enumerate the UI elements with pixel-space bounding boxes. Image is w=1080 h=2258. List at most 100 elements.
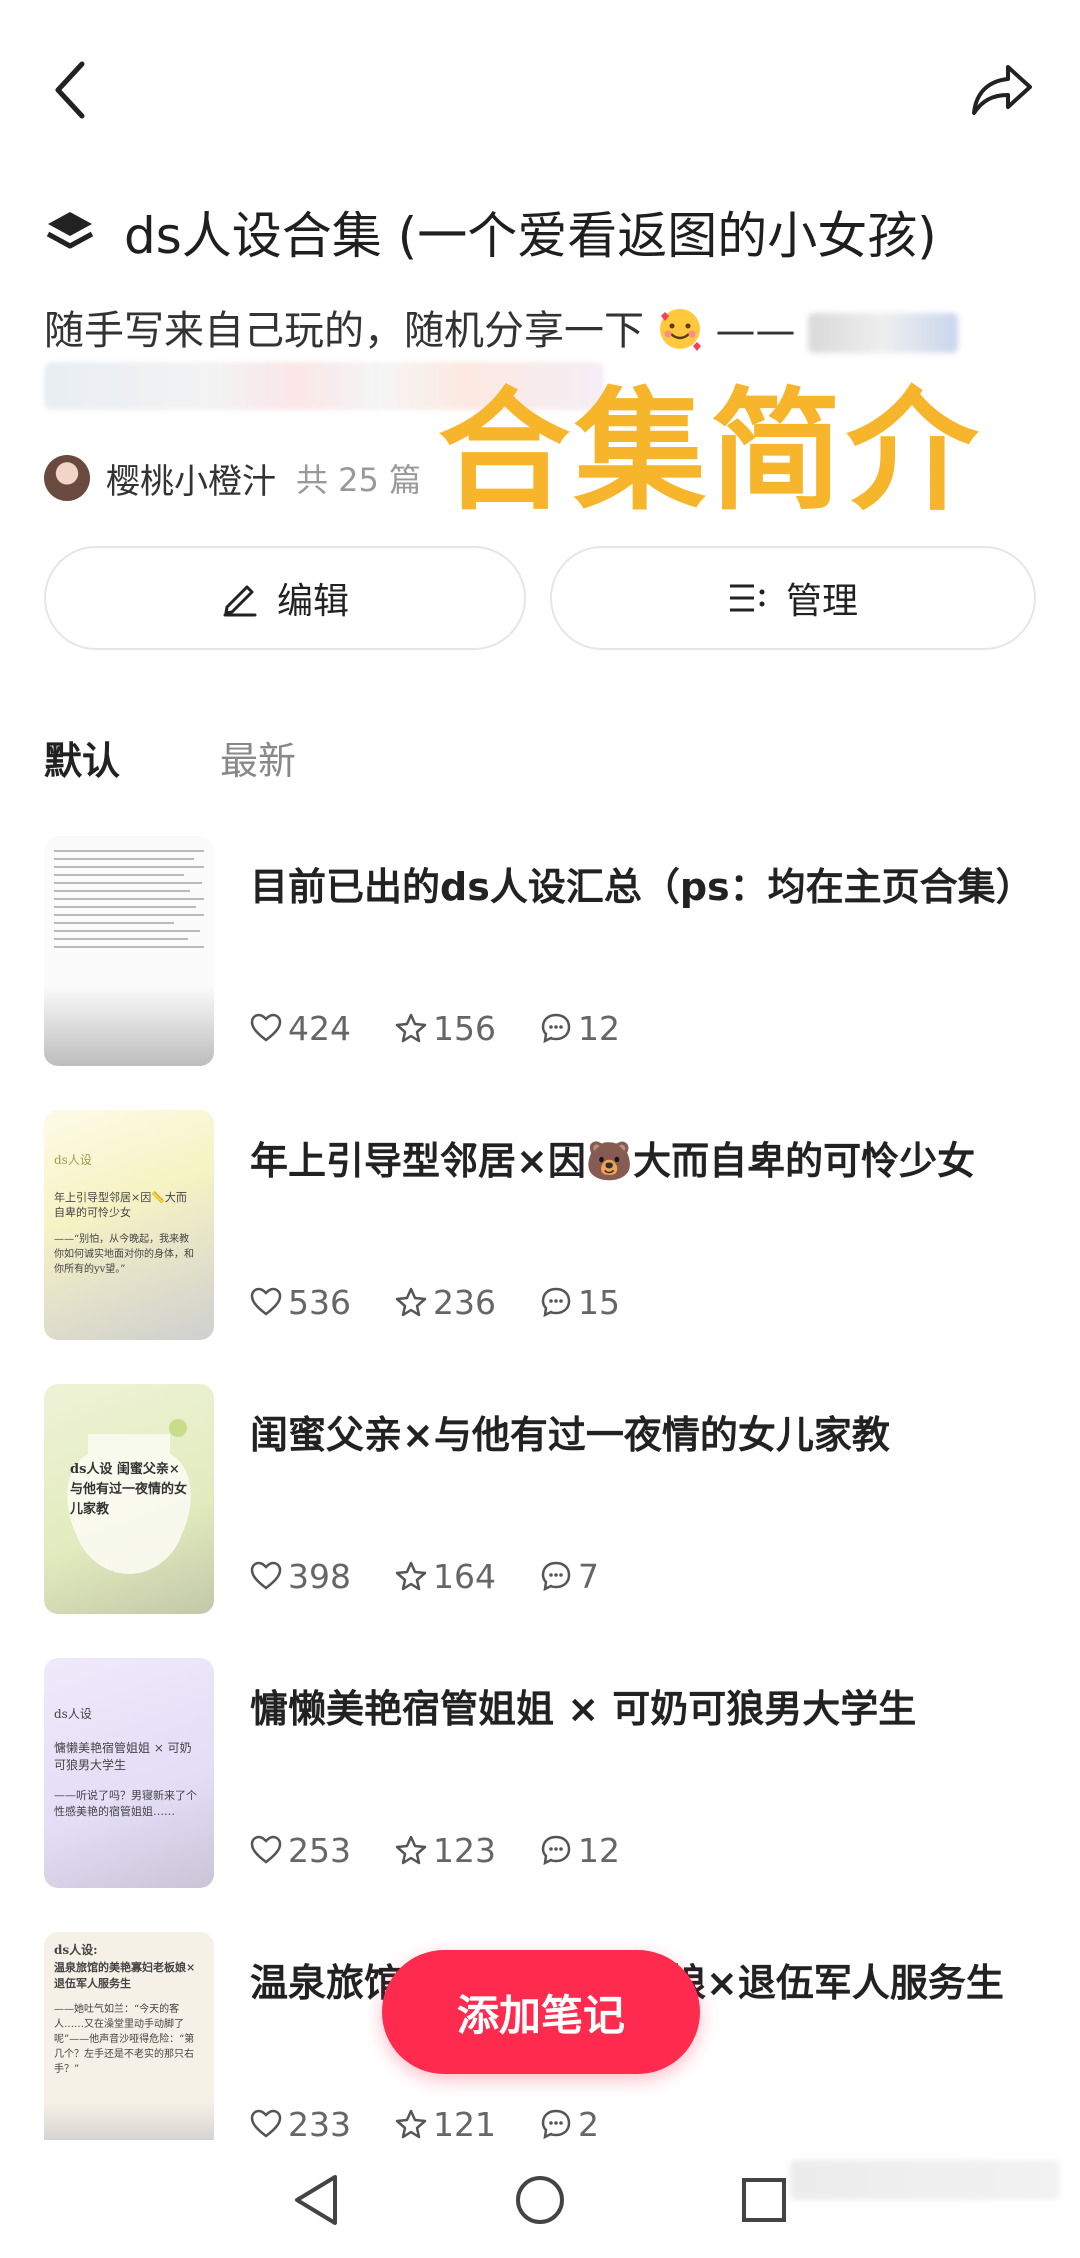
thumbnail-quote: ——“别怕，从今晚起，我来教你如何诚实地面对你的身体，和你所有的yv望。”: [54, 1234, 194, 1275]
share-button[interactable]: [964, 52, 1040, 128]
star-count-value: 121: [433, 2104, 496, 2144]
collection-intro-overlay: 合集简介: [438, 375, 982, 529]
note-thumbnail[interactable]: ds人设 慵懒美艳宿管姐姐 × 可奶可狼男大学生 ——听说了吗？男寝新来了个性感…: [44, 1658, 214, 1888]
comment-icon: [541, 1835, 571, 1866]
comment-count-value: 12: [578, 1008, 620, 1048]
thumbnail-tag: ds人设: [54, 1707, 92, 1721]
star-icon: [395, 2109, 427, 2139]
note-item[interactable]: ds人设 慵懒美艳宿管姐姐 × 可奶可狼男大学生 ——听说了吗？男寝新来了个性感…: [44, 1658, 1044, 1888]
star-count-value: 156: [433, 1008, 496, 1048]
tab-default[interactable]: 默认: [44, 730, 120, 790]
star-count[interactable]: 121: [395, 2105, 496, 2144]
like-count[interactable]: 536: [250, 1283, 351, 1322]
note-stats: 536 236 15: [250, 1280, 664, 1324]
star-icon: [395, 1013, 427, 1043]
comment-count-value: 2: [578, 2104, 599, 2144]
note-item[interactable]: 目前已出的ds人设汇总（ps：均在主页合集） 424 156 12: [44, 836, 1044, 1066]
manage-list-icon: [729, 584, 765, 612]
author-row[interactable]: 樱桃小橙汁 共 25 篇: [44, 448, 421, 508]
star-count[interactable]: 123: [395, 1831, 496, 1870]
thumbnail-tag: ds人设: [54, 1153, 92, 1167]
star-icon: [395, 1561, 427, 1591]
nav-home-button[interactable]: [510, 2170, 570, 2230]
share-icon: [972, 65, 1032, 115]
avatar[interactable]: [44, 455, 90, 501]
thumbnail-quote: ——听说了吗？男寝新来了个性感美艳的宿管姐姐……: [54, 1789, 197, 1818]
square-recents-icon: [742, 2178, 786, 2222]
heart-icon: [250, 1835, 282, 1864]
like-count-value: 398: [288, 1556, 351, 1596]
manage-button-label: 管理: [785, 581, 858, 622]
star-count-value: 236: [433, 1282, 496, 1322]
tab-latest[interactable]: 最新: [220, 730, 296, 790]
top-bar: [0, 0, 1080, 180]
like-count-value: 424: [288, 1008, 351, 1048]
like-count-value: 233: [288, 2104, 351, 2144]
thumbnail-list-lines: [54, 844, 204, 954]
like-count[interactable]: 253: [250, 1831, 351, 1870]
star-count[interactable]: 236: [395, 1283, 496, 1322]
like-count[interactable]: 424: [250, 1009, 351, 1048]
note-item[interactable]: ds人设 闺蜜父亲×与他有过一夜情的女儿家教 闺蜜父亲×与他有过一夜情的女儿家教…: [44, 1384, 1044, 1614]
comment-icon: [541, 1013, 571, 1044]
note-item[interactable]: ds人设 年上引导型邻居×因📏大而自卑的可怜少女 ——“别怕，从今晚起，我来教你…: [44, 1110, 1044, 1340]
like-count[interactable]: 398: [250, 1557, 351, 1596]
thumbnail-quote: ——她吐气如兰：“今天的客人……又在澡堂里动手动脚了呢”——他声音沙哑得危险：“…: [54, 2004, 195, 2075]
comment-count[interactable]: 12: [540, 1831, 620, 1870]
like-count[interactable]: 233: [250, 2105, 351, 2144]
comment-count[interactable]: 7: [540, 1557, 599, 1596]
star-count[interactable]: 164: [395, 1557, 496, 1596]
blurred-watermark: [790, 2160, 1060, 2200]
sort-tabs: 默认 最新: [44, 730, 396, 790]
like-count-value: 253: [288, 1830, 351, 1870]
note-title[interactable]: 年上引导型邻居×因🐻大而自卑的可怜少女: [250, 1130, 1050, 1192]
collection-title: ds人设合集 (一个爱看返图的小女孩): [124, 207, 937, 265]
comment-icon: [541, 2109, 571, 2140]
comment-icon: [541, 1561, 571, 1592]
comment-count[interactable]: 15: [540, 1283, 620, 1322]
note-thumbnail[interactable]: ds人设 闺蜜父亲×与他有过一夜情的女儿家教: [44, 1384, 214, 1614]
edit-button-label: 编辑: [276, 581, 349, 622]
chevron-left-icon: [55, 61, 85, 119]
post-count: 共 25 篇: [296, 461, 422, 499]
thumbnail-heading: ds人设 闺蜜父亲×与他有过一夜情的女儿家教: [70, 1462, 188, 1517]
note-thumbnail[interactable]: ds人设 年上引导型邻居×因📏大而自卑的可怜少女 ——“别怕，从今晚起，我来教你…: [44, 1110, 214, 1340]
thumbnail-heading: 慵懒美艳宿管姐姐 × 可奶可狼男大学生: [54, 1741, 192, 1772]
manage-button[interactable]: 管理: [550, 546, 1036, 650]
like-count-value: 536: [288, 1282, 351, 1322]
nav-back-button[interactable]: [286, 2170, 346, 2230]
note-title[interactable]: 目前已出的ds人设汇总（ps：均在主页合集）: [250, 856, 1050, 918]
note-thumbnail[interactable]: [44, 836, 214, 1066]
add-note-label: 添加笔记: [456, 1990, 625, 2040]
triangle-back-icon: [295, 2175, 337, 2225]
comment-count[interactable]: 2: [540, 2105, 599, 2144]
note-stats: 398 164 7: [250, 1554, 643, 1598]
comment-count[interactable]: 12: [540, 1009, 620, 1048]
heart-icon: [250, 1287, 282, 1316]
pencil-icon: [223, 585, 257, 617]
comment-count-value: 12: [578, 1830, 620, 1870]
star-icon: [395, 1287, 427, 1317]
add-note-button[interactable]: 添加笔记: [382, 1950, 700, 2074]
star-icon: [395, 1835, 427, 1865]
circle-home-icon: [516, 2176, 564, 2224]
note-stats: 253 123 12: [250, 1828, 664, 1872]
thumbnail-tag: ds人设:: [54, 1943, 98, 1957]
comment-count-value: 7: [578, 1556, 599, 1596]
star-count-value: 123: [433, 1830, 496, 1870]
thumbnail-heading: 年上引导型邻居×因📏大而自卑的可怜少女: [54, 1191, 187, 1219]
note-title[interactable]: 闺蜜父亲×与他有过一夜情的女儿家教: [250, 1404, 1050, 1466]
edit-button[interactable]: 编辑: [44, 546, 526, 650]
author-name[interactable]: 樱桃小橙汁: [106, 454, 276, 503]
collection-stack-icon: [46, 212, 94, 249]
back-button[interactable]: [40, 50, 100, 130]
note-thumbnail[interactable]: ds人设: 温泉旅馆的美艳寡妇老板娘×退伍军人服务生 ——她吐气如兰：“今天的客…: [44, 1932, 214, 2162]
nav-recents-button[interactable]: [734, 2170, 794, 2230]
collection-header: ds人设合集 (一个爱看返图的小女孩): [44, 196, 1044, 268]
note-title[interactable]: 慵懒美艳宿管姐姐 × 可奶可狼男大学生: [250, 1678, 1050, 1740]
heart-icon: [250, 1561, 282, 1590]
comment-count-value: 15: [578, 1282, 620, 1322]
star-count-value: 164: [433, 1556, 496, 1596]
star-count[interactable]: 156: [395, 1009, 496, 1048]
comment-icon: [541, 1287, 571, 1318]
